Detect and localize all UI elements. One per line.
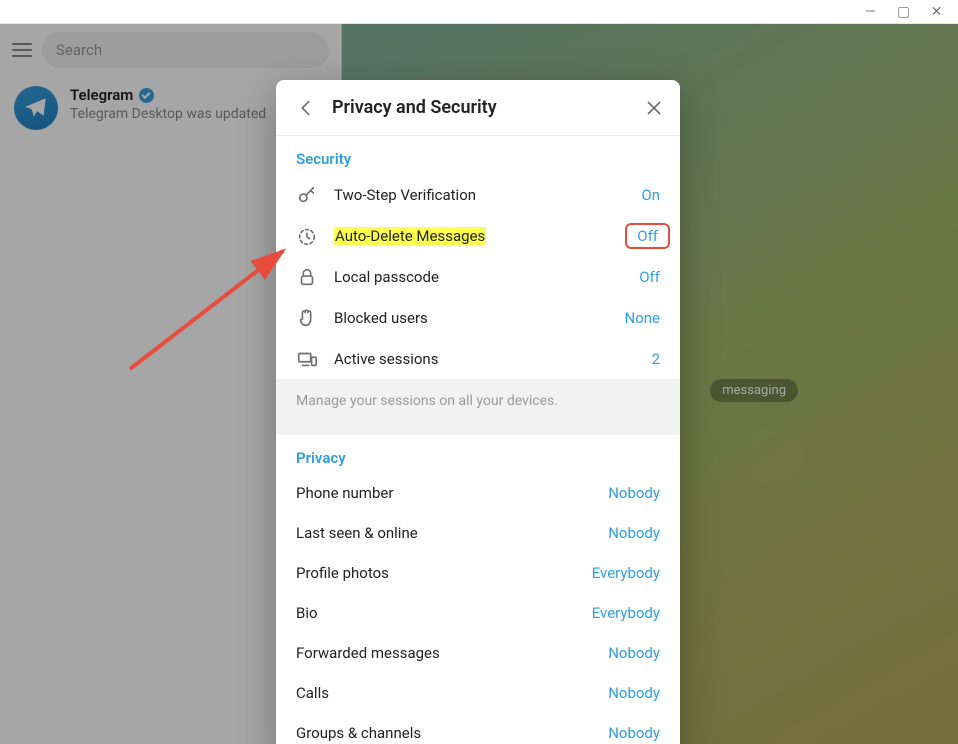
row-label: Profile photos [296,564,592,582]
row-value: Everybody [592,564,660,582]
row-blocked-users[interactable]: Blocked users None [276,297,680,338]
row-label: Forwarded messages [296,644,608,662]
row-value: None [625,309,661,327]
row-label: Auto-Delete Messages [334,227,625,245]
row-label: Local passcode [334,268,639,286]
row-local-passcode[interactable]: Local passcode Off [276,256,680,297]
row-label: Active sessions [334,350,652,368]
close-modal-button[interactable] [638,92,670,124]
row-bio[interactable]: Bio Everybody [276,593,680,633]
modal-title: Privacy and Security [332,97,638,118]
row-value: Everybody [592,604,660,622]
close-window-icon[interactable]: ✕ [929,4,944,20]
row-calls[interactable]: Calls Nobody [276,673,680,713]
row-phone-number[interactable]: Phone number Nobody [276,473,680,513]
row-value: On [641,186,660,204]
row-value: Nobody [608,684,660,702]
row-value: 2 [652,350,660,368]
privacy-security-modal: Privacy and Security Security Two-Step V… [276,80,680,744]
row-label: Calls [296,684,608,702]
row-forwarded-messages[interactable]: Forwarded messages Nobody [276,633,680,673]
row-label: Groups & channels [296,724,608,742]
row-last-seen-online[interactable]: Last seen & online Nobody [276,513,680,553]
back-button[interactable] [290,92,322,124]
row-label: Last seen & online [296,524,608,542]
key-icon [296,184,318,206]
row-auto-delete-messages[interactable]: Auto-Delete Messages Off [276,215,680,256]
section-title-privacy: Privacy [276,435,680,473]
row-value: Nobody [608,644,660,662]
row-label: Blocked users [334,309,625,327]
section-footer-note: Manage your sessions on all your devices… [276,379,680,435]
row-value: Nobody [608,524,660,542]
timer-icon [296,225,318,247]
devices-icon [296,348,318,370]
minimize-icon[interactable]: — [863,4,878,20]
row-profile-photos[interactable]: Profile photos Everybody [276,553,680,593]
row-active-sessions[interactable]: Active sessions 2 [276,338,680,379]
row-label: Phone number [296,484,608,502]
row-value: Off [639,268,660,286]
row-value: Nobody [608,484,660,502]
lock-icon [296,266,318,288]
section-title-security: Security [276,136,680,174]
row-label: Two-Step Verification [334,186,641,204]
row-groups-channels[interactable]: Groups & channels Nobody [276,713,680,744]
row-two-step-verification[interactable]: Two-Step Verification On [276,174,680,215]
maximize-icon[interactable]: ▢ [896,4,911,20]
window-titlebar: — ▢ ✕ [0,0,958,24]
hand-block-icon [296,307,318,329]
row-value: Off [625,223,670,249]
row-label: Bio [296,604,592,622]
row-value: Nobody [608,724,660,742]
